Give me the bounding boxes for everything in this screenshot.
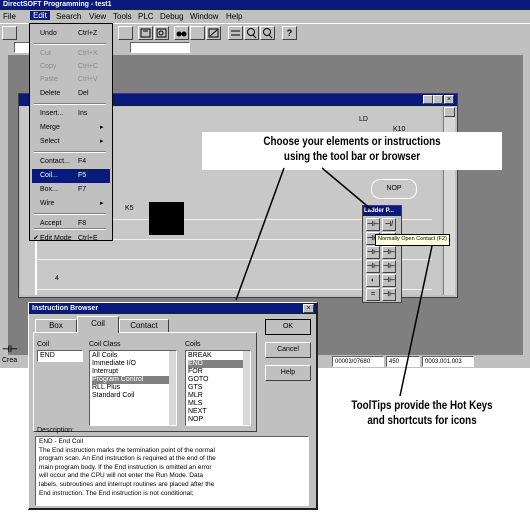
tab-coil[interactable]: Coil <box>77 316 119 333</box>
callout-leader-lines <box>235 167 433 397</box>
leader-line-tooltip <box>399 245 433 397</box>
leader-line-toolbar <box>235 167 285 301</box>
leader-line-palette <box>321 167 373 211</box>
